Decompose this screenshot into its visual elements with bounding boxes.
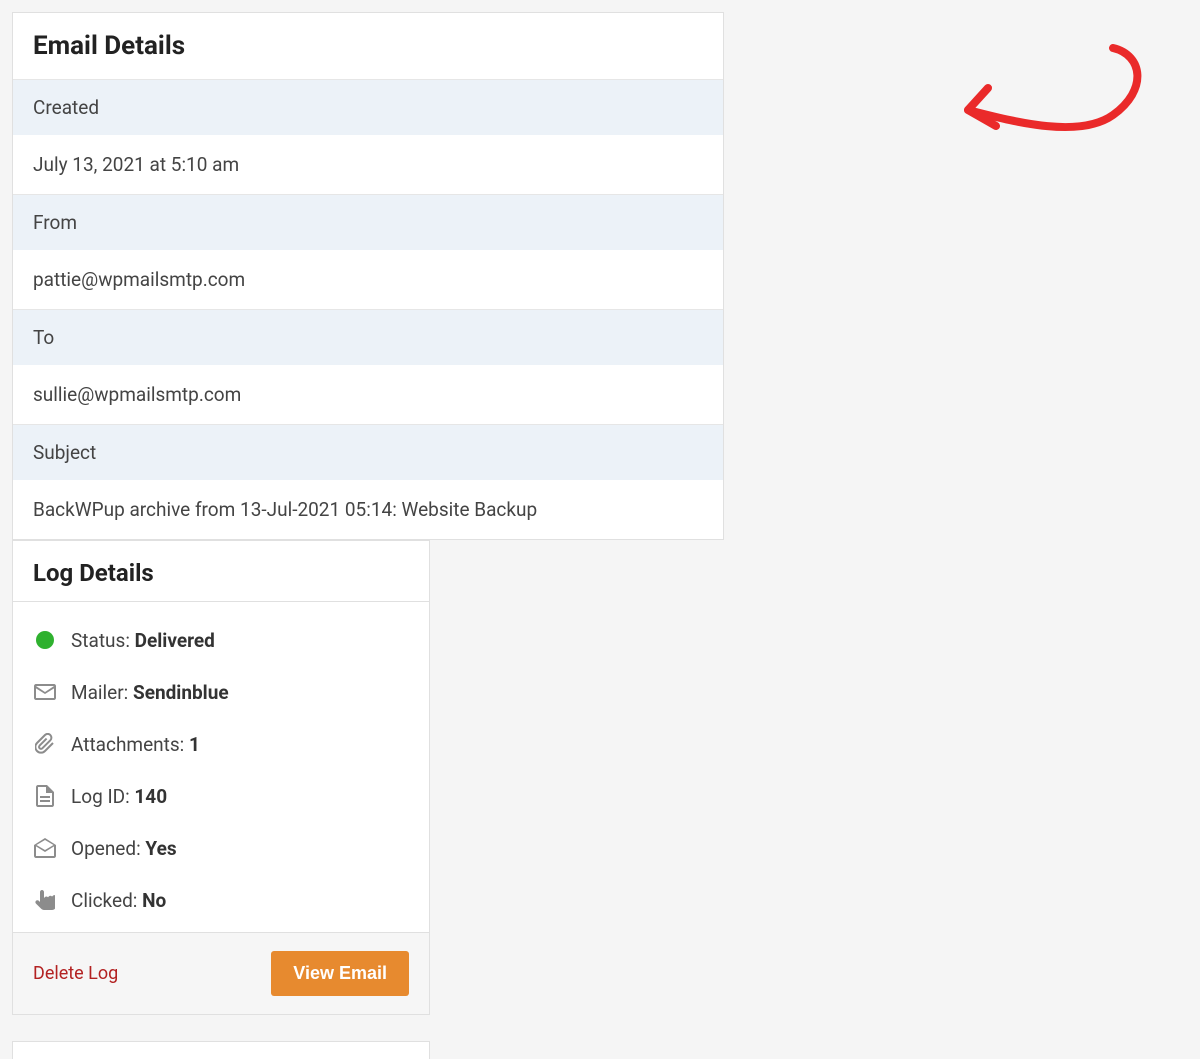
status-dot-icon [33, 628, 57, 652]
status-label: Status: [71, 629, 135, 652]
view-email-button[interactable]: View Email [271, 951, 409, 996]
log-id-row: Log ID: 140 [33, 770, 409, 822]
mailer-label: Mailer: [71, 681, 133, 704]
attachments-label: Attachments: [71, 733, 189, 756]
attachments-value: 1 [189, 733, 200, 756]
arrow-annotation-icon [938, 40, 1158, 170]
paperclip-icon [33, 732, 57, 756]
log-clicked-row: Clicked: No [33, 874, 409, 926]
to-label: To [13, 309, 723, 365]
log-details-title: Log Details [13, 541, 429, 602]
clicked-value: No [142, 889, 166, 912]
log-mailer-row: Mailer: Sendinblue [33, 666, 409, 718]
next-card-peek [12, 1041, 430, 1059]
to-value: sullie@wpmailsmtp.com [13, 365, 723, 424]
status-value: Delivered [135, 629, 215, 652]
file-icon [33, 784, 57, 808]
log-actions-row: Delete Log View Email [13, 932, 429, 1014]
log-attachments-row: Attachments: 1 [33, 718, 409, 770]
from-value: pattie@wpmailsmtp.com [13, 250, 723, 309]
envelope-icon [33, 680, 57, 704]
email-details-title: Email Details [13, 13, 723, 79]
from-label: From [13, 194, 723, 250]
email-details-card: Email Details Created July 13, 2021 at 5… [12, 12, 724, 540]
logid-label: Log ID: [71, 785, 134, 808]
opened-value: Yes [145, 837, 176, 860]
opened-label: Opened: [71, 837, 145, 860]
clicked-label: Clicked: [71, 889, 142, 912]
created-label: Created [13, 79, 723, 135]
envelope-open-icon [33, 836, 57, 860]
pointer-icon [33, 888, 57, 912]
subject-value: BackWPup archive from 13-Jul-2021 05:14:… [13, 480, 723, 539]
subject-label: Subject [13, 424, 723, 480]
logid-value: 140 [134, 785, 167, 808]
log-opened-row: Opened: Yes [33, 822, 409, 874]
log-status-row: Status: Delivered [33, 614, 409, 666]
log-details-card: Log Details Status: Delivered Mailer: Se… [12, 540, 430, 1015]
created-value: July 13, 2021 at 5:10 am [13, 135, 723, 194]
delete-log-link[interactable]: Delete Log [33, 963, 118, 984]
mailer-value: Sendinblue [133, 681, 229, 704]
